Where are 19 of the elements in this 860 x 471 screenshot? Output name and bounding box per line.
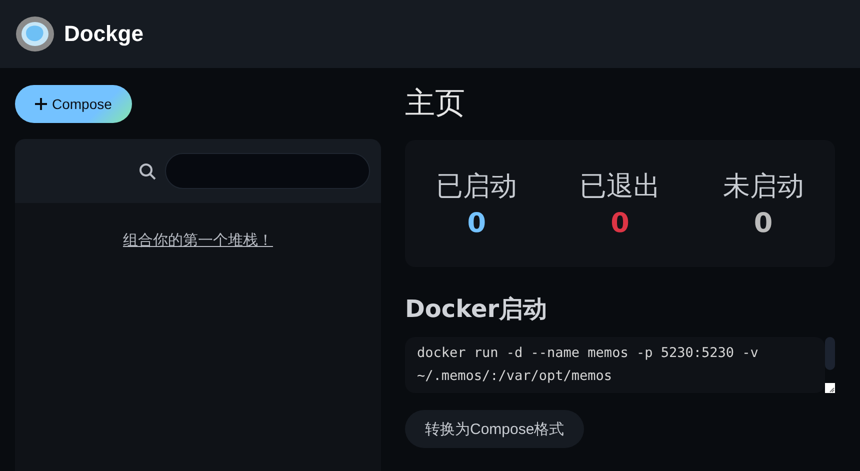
plus-icon (35, 98, 47, 110)
stat-label: 未启动 (722, 170, 804, 204)
search-field[interactable] (165, 153, 370, 189)
page-title: 主页 (405, 85, 466, 123)
convert-button[interactable]: 转换为Compose格式 (405, 410, 584, 448)
scrollbar-thumb[interactable] (825, 337, 835, 370)
resize-grip-icon[interactable] (825, 383, 835, 393)
stat-value: 0 (754, 208, 773, 239)
stat-value: 0 (610, 208, 630, 239)
app-name: Dockge (64, 21, 144, 47)
search-icon (139, 162, 156, 180)
section-heading: Docker启动 (405, 294, 548, 325)
command-field[interactable]: docker run -d --name memos -p 5230:5230 -v ~/.memos/:/var/opt/memos (405, 337, 825, 393)
stat-label: 已退出 (579, 170, 660, 204)
stat-value: 0 (467, 208, 486, 239)
create-stack-link[interactable]: 组合你的第一个堆栈！ (123, 231, 273, 250)
compose-button[interactable]: Compose (15, 85, 132, 123)
logo-icon (15, 15, 55, 53)
stat-label: 已启动 (436, 170, 518, 204)
